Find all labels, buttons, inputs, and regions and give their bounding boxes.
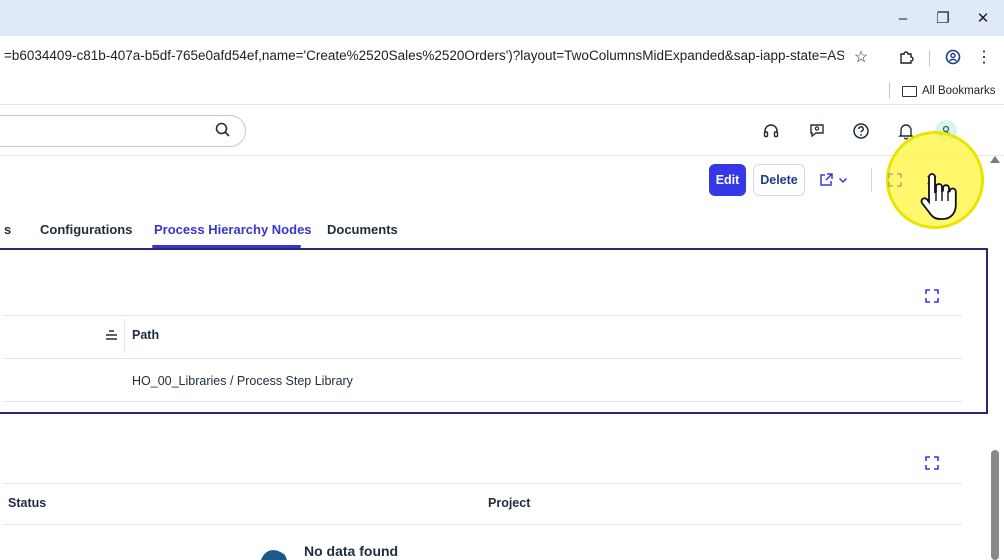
bookmarks-bar: [0, 78, 1004, 105]
extensions-icon[interactable]: [895, 46, 917, 68]
share-menu-button[interactable]: [818, 169, 856, 191]
column-header-path[interactable]: Path: [132, 328, 159, 342]
share-icon: [820, 173, 833, 186]
minimize-button[interactable]: –: [890, 6, 916, 30]
chevron-down-icon: [838, 177, 848, 184]
table-row-divider: [4, 401, 962, 402]
column-header-project[interactable]: Project: [488, 496, 530, 510]
tab-documents[interactable]: Documents: [327, 222, 398, 237]
edit-button[interactable]: Edit: [709, 164, 746, 196]
sort-lines-icon[interactable]: [105, 329, 118, 341]
column-divider: [124, 319, 125, 353]
scrollbar-thumb[interactable]: [991, 450, 999, 560]
scroll-up-arrow[interactable]: [990, 156, 1000, 163]
tab-configurations[interactable]: Configurations: [40, 222, 132, 237]
hand-pointer-cursor-icon: [920, 173, 957, 220]
help-icon[interactable]: [850, 120, 872, 142]
restore-button[interactable]: ❐: [930, 6, 956, 30]
search-input[interactable]: [0, 115, 246, 147]
delete-button[interactable]: Delete: [753, 164, 805, 196]
all-bookmarks-button[interactable]: All Bookmarks: [902, 82, 996, 100]
column-header-status[interactable]: Status: [8, 496, 46, 510]
browser-menu-icon[interactable]: ⋮: [973, 46, 995, 68]
header-divider: [871, 168, 872, 192]
enter-fullscreen-icon[interactable]: [887, 172, 903, 188]
feedback-chat-icon[interactable]: [806, 120, 828, 142]
headset-icon[interactable]: [760, 120, 782, 142]
search-icon[interactable]: [214, 121, 232, 139]
address-bar-url[interactable]: =b6034409-c81b-407a-b5df-765e0afd54ef,na…: [4, 48, 844, 63]
empty-state-illustration: [261, 550, 287, 560]
close-window-button[interactable]: ✕: [970, 6, 996, 30]
bookmarks-divider: [889, 82, 890, 98]
profile-icon[interactable]: [942, 46, 964, 68]
all-bookmarks-label: All Bookmarks: [922, 85, 996, 97]
fullscreen-icon[interactable]: [924, 288, 940, 304]
fullscreen-icon[interactable]: [924, 455, 940, 471]
table-header-row: [4, 483, 962, 525]
folder-icon: [902, 85, 917, 97]
tab-process-hierarchy-nodes[interactable]: Process Hierarchy Nodes: [154, 222, 312, 237]
empty-state-title: No data found: [304, 543, 399, 559]
toolbar-divider: [929, 50, 930, 66]
tab-partial[interactable]: s: [4, 222, 11, 237]
star-icon[interactable]: ☆: [850, 46, 872, 68]
browser-title-bar: [0, 0, 1004, 36]
table-cell-path: HO_00_Libraries / Process Step Library: [132, 374, 353, 388]
